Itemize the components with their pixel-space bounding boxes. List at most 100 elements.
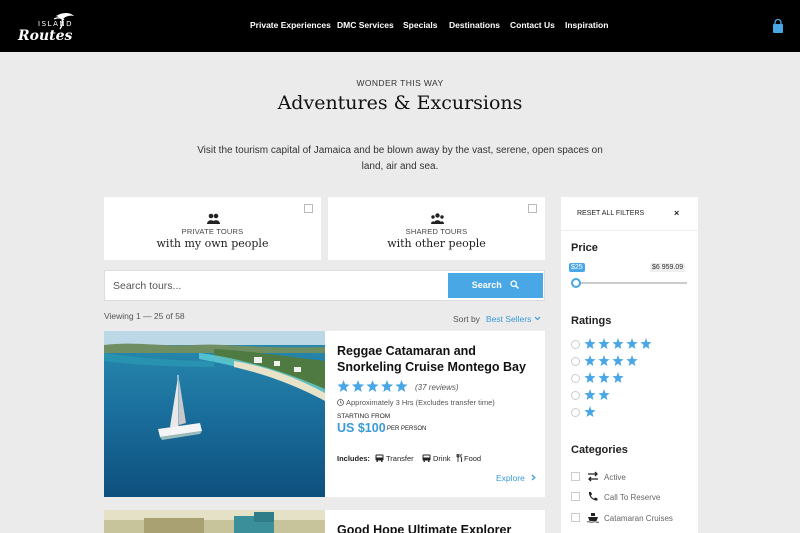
close-icon[interactable]: × [674, 208, 679, 218]
private-tours-label: PRIVATE TOURS [181, 227, 244, 236]
category-checkbox[interactable] [571, 513, 580, 522]
sort-label: Sort by [453, 314, 480, 324]
price-heading: Price [571, 242, 598, 254]
cutlery-icon [456, 453, 462, 462]
rating-radio[interactable] [571, 357, 580, 366]
private-tours-caption: with my own people [156, 237, 269, 250]
star-icon [640, 338, 652, 349]
page-title: Adventures & Excursions [277, 92, 523, 114]
star-icon [598, 389, 610, 400]
price-min-label: $25 [569, 263, 585, 272]
tour-photo[interactable] [104, 510, 325, 533]
nav-private-experiences[interactable]: Private Experiences [250, 20, 331, 30]
price-slider-track[interactable] [573, 282, 687, 284]
shared-tours-checkbox[interactable] [528, 204, 537, 213]
search-button-label: Search [471, 280, 502, 290]
star-icon [395, 380, 408, 392]
starting-from-label: STARTING FROM [337, 413, 391, 420]
star-icon [584, 338, 596, 349]
rating-stars [337, 380, 408, 392]
chevron-right-icon [531, 474, 536, 481]
top-navigation-bar: ISLAND Routes Private Experiences DMC Se… [0, 0, 800, 52]
eyebrow-text: WONDER THIS WAY [356, 78, 444, 88]
category-call-to-reserve[interactable]: Call To Reserve [571, 491, 691, 503]
main-nav: Private Experiences DMC Services Special… [0, 0, 800, 52]
intro-text: Visit the tourism capital of Jamaica and… [197, 145, 603, 172]
star-icon [366, 380, 379, 392]
shared-tours-card[interactable]: SHARED TOURS with other people [328, 197, 545, 260]
star-icon [584, 372, 596, 383]
star-icon [612, 338, 624, 349]
include-drink-label: Drink [433, 454, 451, 463]
nav-contact-us[interactable]: Contact Us [510, 20, 555, 30]
star-icon [612, 372, 624, 383]
rating-option-3[interactable] [571, 372, 671, 384]
star-icon [351, 380, 365, 392]
category-label: Call To Reserve [604, 493, 661, 502]
rating-option-5[interactable] [571, 338, 671, 350]
tour-title[interactable]: Good Hope Ultimate Explorer [337, 522, 542, 533]
rating-option-2[interactable] [571, 389, 671, 401]
include-drink: Drink [422, 454, 451, 463]
private-tours-card[interactable]: PRIVATE TOURS with my own people [104, 197, 321, 260]
filter-sidebar: RESET ALL FILTERS × Price $25 $6 959.09 … [561, 197, 698, 533]
explore-label: Explore [496, 473, 525, 483]
price-max-label: $6 959.09 [650, 263, 686, 272]
price-slider-handle[interactable] [571, 278, 581, 288]
bus-icon [375, 454, 384, 462]
category-checkbox[interactable] [571, 472, 580, 481]
include-transfer: Transfer [375, 454, 414, 463]
explore-link[interactable]: Explore [496, 473, 536, 483]
nav-specials[interactable]: Specials [403, 20, 438, 30]
rating-stars [584, 355, 638, 366]
tour-title[interactable]: Reggae Catamaran and Snorkeling Cruise M… [337, 343, 542, 375]
rating-radio[interactable] [571, 374, 580, 383]
tour-price: US $100 [337, 421, 386, 435]
review-count[interactable]: (37 reviews) [415, 383, 459, 392]
star-icon [612, 355, 624, 366]
arrows-icon [588, 471, 598, 482]
rating-radio[interactable] [571, 340, 580, 349]
reset-filters-label: RESET ALL FILTERS [577, 210, 645, 217]
star-icon [584, 355, 596, 366]
category-checkbox[interactable] [571, 492, 580, 501]
private-tours-checkbox[interactable] [304, 204, 313, 213]
star-icon [626, 355, 638, 366]
sort-dropdown[interactable]: Best Sellers [486, 314, 531, 324]
search-icon [510, 280, 520, 289]
search-input[interactable] [113, 276, 443, 296]
clock-icon [337, 399, 344, 406]
rating-option-4[interactable] [571, 355, 671, 367]
ratings-heading: Ratings [571, 315, 612, 327]
rating-option-1[interactable] [571, 406, 671, 418]
per-person-label: PER PERSON [387, 426, 427, 432]
nav-dmc-services[interactable]: DMC Services [337, 20, 394, 30]
rating-stars [584, 372, 624, 383]
star-icon [626, 338, 638, 349]
includes-label: Includes: [337, 454, 370, 463]
shopping-bag-icon[interactable] [772, 19, 784, 33]
search-button[interactable]: Search [448, 273, 543, 298]
category-active[interactable]: Active [571, 471, 691, 483]
nav-destinations[interactable]: Destinations [449, 20, 500, 30]
rating-radio[interactable] [571, 408, 580, 417]
rating-radio[interactable] [571, 391, 580, 400]
crowd-icon [430, 213, 444, 224]
star-icon [380, 380, 394, 392]
catamaran-photo[interactable] [104, 331, 325, 497]
nav-inspiration[interactable]: Inspiration [565, 20, 608, 30]
rating-stars [584, 406, 596, 417]
star-icon [598, 338, 610, 349]
chevron-down-icon[interactable] [534, 316, 541, 321]
shared-tours-caption: with other people [387, 237, 486, 250]
tour-result-card: Reggae Catamaran and Snorkeling Cruise M… [104, 331, 545, 497]
ship-icon [587, 513, 599, 523]
category-label: Active [604, 473, 626, 482]
category-label: Catamaran Cruises [604, 514, 673, 523]
tour-result-card: Good Hope Ultimate Explorer [104, 510, 545, 533]
category-catamaran-cruises[interactable]: Catamaran Cruises [571, 512, 696, 524]
group-icon [206, 213, 220, 224]
reset-filters-button[interactable]: RESET ALL FILTERS × [561, 197, 698, 231]
rating-stars [584, 338, 652, 349]
star-icon [598, 355, 610, 366]
